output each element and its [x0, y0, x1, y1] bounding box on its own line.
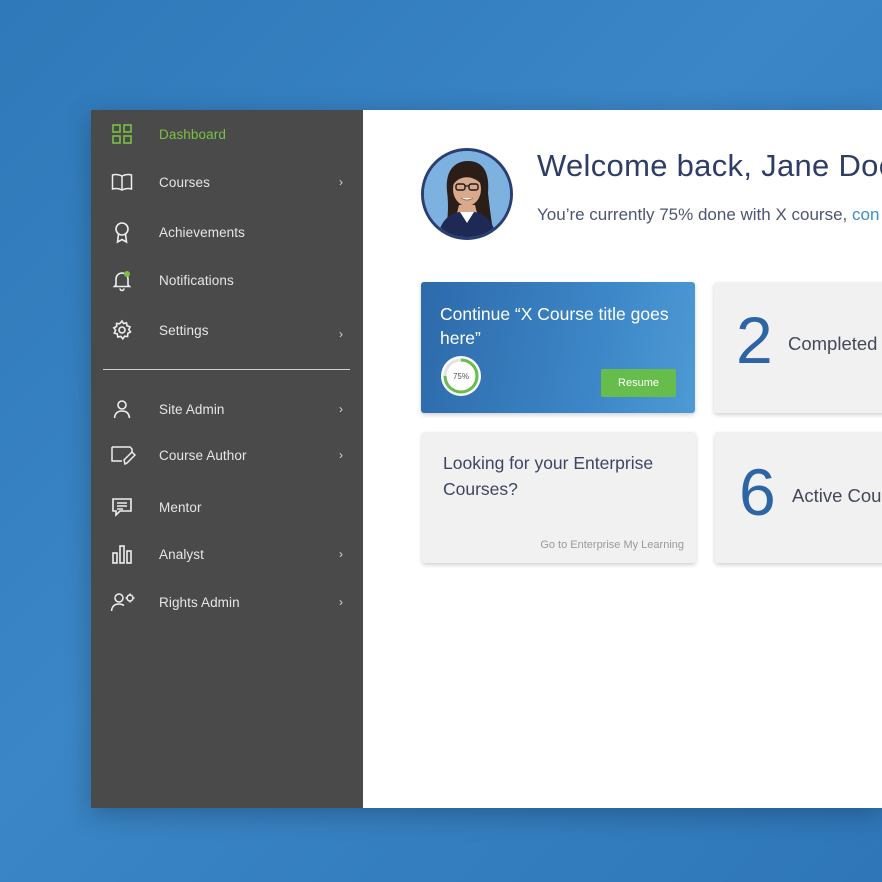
active-courses-stat-card[interactable]: 6 Active Cour [715, 432, 882, 563]
sidebar-item-notifications[interactable]: Notifications [91, 260, 363, 300]
progress-summary: You’re currently 75% done with X course,… [537, 205, 879, 225]
sidebar-item-site-admin[interactable]: Site Admin › [91, 389, 363, 429]
enterprise-title: Looking for your Enterprise Courses? [443, 453, 654, 499]
chevron-right-icon: › [339, 175, 343, 189]
sidebar-item-label: Achievements [159, 224, 245, 240]
gear-icon [109, 317, 135, 343]
sidebar-item-course-author[interactable]: Course Author › [91, 435, 363, 475]
avatar[interactable] [421, 148, 513, 240]
sidebar-item-dashboard[interactable]: Dashboard [91, 114, 363, 154]
chevron-right-icon: › [339, 327, 343, 341]
chevron-right-icon: › [339, 547, 343, 561]
edit-card-icon [109, 442, 137, 468]
progress-summary-text: You’re currently 75% done with X course, [537, 205, 852, 224]
sidebar-item-analyst[interactable]: Analyst › [91, 534, 363, 574]
book-icon [109, 169, 135, 195]
person-icon [109, 396, 135, 422]
enterprise-courses-card: Looking for your Enterprise Courses? Go … [422, 432, 696, 563]
sidebar-item-label: Notifications [159, 272, 234, 288]
sidebar-item-label: Settings [159, 322, 209, 338]
page-title: Welcome back, Jane Doe! [537, 148, 882, 183]
award-ribbon-icon [109, 219, 135, 245]
completed-count: 2 [736, 303, 773, 377]
sidebar: Dashboard Courses › Achievements Notific… [91, 110, 363, 808]
sidebar-item-label: Dashboard [159, 126, 226, 142]
sidebar-item-label: Courses [159, 174, 210, 190]
chevron-right-icon: › [339, 402, 343, 416]
continue-link[interactable]: con [852, 205, 879, 224]
active-count: 6 [739, 455, 776, 529]
app-window: Dashboard Courses › Achievements Notific… [91, 110, 882, 808]
sidebar-item-label: Course Author [159, 447, 247, 463]
person-gear-icon [109, 589, 137, 615]
active-label: Active Cour [792, 485, 882, 506]
continue-course-title: Continue “X Course title goes here” [440, 304, 669, 348]
sidebar-item-courses[interactable]: Courses › [91, 162, 363, 202]
progress-percent: 75% [452, 371, 469, 381]
enterprise-link[interactable]: Go to Enterprise My Learning [540, 539, 684, 551]
continue-course-card[interactable]: Continue “X Course title goes here” 75% … [421, 282, 695, 413]
resume-button[interactable]: Resume [601, 369, 676, 397]
bell-icon [109, 267, 135, 293]
chevron-right-icon: › [339, 448, 343, 462]
sidebar-item-settings[interactable]: Settings › [91, 310, 363, 350]
completed-label: Completed [788, 333, 878, 354]
sidebar-item-label: Rights Admin [159, 594, 240, 610]
sidebar-divider [103, 369, 350, 370]
chat-bubble-icon [109, 494, 135, 520]
sidebar-item-rights-admin[interactable]: Rights Admin › [91, 582, 363, 622]
sidebar-item-label: Mentor [159, 499, 202, 515]
completed-stat-card[interactable]: 2 Completed [714, 282, 882, 413]
sidebar-item-label: Analyst [159, 546, 204, 562]
bar-chart-icon [109, 541, 135, 567]
sidebar-item-label: Site Admin [159, 401, 225, 417]
user-photo-icon [424, 151, 510, 237]
sidebar-item-mentor[interactable]: Mentor [91, 487, 363, 527]
dashboard-grid-icon [109, 121, 135, 147]
chevron-right-icon: › [339, 595, 343, 609]
sidebar-item-achievements[interactable]: Achievements [91, 212, 363, 252]
main-content: Welcome back, Jane Doe! You’re currently… [363, 110, 882, 808]
